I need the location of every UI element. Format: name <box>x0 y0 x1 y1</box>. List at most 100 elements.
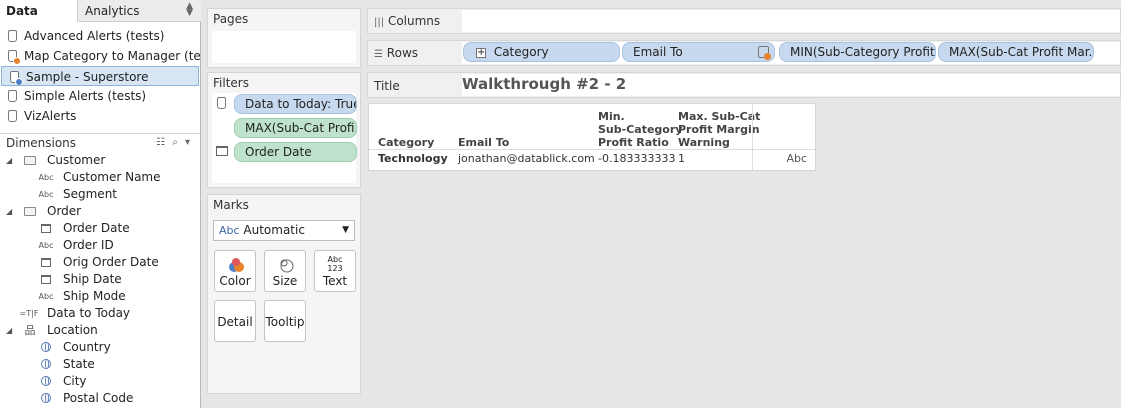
boolean-type-icon: =T|F <box>19 309 39 318</box>
dimension-tools-icon[interactable]: ☷ ⌕ ▾ <box>156 134 192 152</box>
field-label: Data to Today <box>47 306 131 320</box>
field-label: Ship Date <box>63 272 122 286</box>
tab-analytics[interactable]: Analytics ▲ ▼ <box>78 0 201 22</box>
detail-label: Detail <box>217 315 253 329</box>
mark-type-dropdown[interactable]: Abc Automatic ▼ <box>213 220 355 241</box>
datasource-item[interactable]: Advanced Alerts (tests) <box>0 26 200 46</box>
field-ship-mode[interactable]: Abc Ship Mode <box>0 288 200 305</box>
collapse-triangle-icon[interactable]: ◢ <box>6 322 12 339</box>
field-order-date[interactable]: Order Date <box>0 220 200 237</box>
datasource-icon <box>8 30 17 42</box>
field-label: State <box>63 357 95 371</box>
row-pill-min-sub-category[interactable]: MIN(Sub-Category Profit.. <box>779 42 936 62</box>
datasource-icon <box>217 97 226 109</box>
header-min-line3[interactable]: Profit Ratio <box>598 136 669 149</box>
field-label: Segment <box>63 187 117 201</box>
datasource-icon <box>8 90 17 102</box>
detail-button[interactable]: Detail <box>214 300 256 342</box>
folder-icon <box>24 207 36 216</box>
link-badge-icon <box>764 53 771 60</box>
folder-label: Order <box>47 204 82 218</box>
globe-icon <box>41 359 51 369</box>
tooltip-button[interactable]: Tooltip <box>264 300 306 342</box>
string-type-icon: Abc <box>38 190 54 199</box>
sort-arrows-icon[interactable]: ▲ ▼ <box>186 2 193 18</box>
abc-123-icon: Abc 123 <box>327 255 343 273</box>
field-customer-name[interactable]: Abc Customer Name <box>0 169 200 186</box>
dimensions-header: Dimensions ☷ ⌕ ▾ <box>0 133 200 151</box>
datasource-item-selected[interactable]: Sample - Superstore <box>1 66 199 86</box>
row-pill-category[interactable]: + Category <box>463 42 620 62</box>
header-min-line2[interactable]: Sub-Category <box>598 123 682 136</box>
filter-pill-data-to-today[interactable]: Data to Today: True <box>234 94 357 114</box>
pages-drop-area[interactable] <box>212 31 356 63</box>
header-max-line3[interactable]: Warning <box>678 136 730 149</box>
hierarchy-icon: 品 <box>24 324 36 337</box>
dimensions-label: Dimensions <box>6 136 77 150</box>
field-label: Ship Mode <box>63 289 126 303</box>
cell-min-ratio[interactable]: -0.183333333 <box>598 152 675 165</box>
extract-badge-icon <box>13 57 21 65</box>
rows-icon: ☰ <box>374 49 383 60</box>
cell-max-warning[interactable]: 1 <box>678 152 685 165</box>
filter-pill-max-sub-cat[interactable]: MAX(Sub-Cat Profi.. <box>234 118 357 138</box>
row-pill-label: Category <box>493 45 549 59</box>
calendar-icon <box>216 146 228 156</box>
columns-shelf-label: ||| Columns <box>374 14 441 28</box>
expand-plus-icon[interactable]: + <box>476 47 486 58</box>
field-country[interactable]: Country <box>0 339 200 356</box>
cell-text-mark[interactable]: Abc <box>786 152 807 165</box>
color-button[interactable]: Color <box>214 250 256 292</box>
field-ship-date[interactable]: Ship Date <box>0 271 200 288</box>
cell-email[interactable]: jonathan@datablick.com <box>458 152 595 165</box>
field-state[interactable]: State <box>0 356 200 373</box>
columns-drop-area[interactable] <box>462 10 1120 32</box>
hierarchy-location[interactable]: ◢ 品 Location <box>0 322 200 339</box>
field-order-id[interactable]: Abc Order ID <box>0 237 200 254</box>
filters-title: Filters <box>213 76 249 90</box>
folder-order[interactable]: ◢ Order <box>0 203 200 220</box>
cell-category[interactable]: Technology <box>378 152 448 165</box>
marks-title: Marks <box>213 198 249 212</box>
datasource-item[interactable]: Map Category to Manager (te... <box>0 46 200 66</box>
datasource-item[interactable]: Simple Alerts (tests) <box>0 86 200 106</box>
field-data-to-today[interactable]: =T|F Data to Today <box>0 305 200 322</box>
globe-icon <box>41 342 51 352</box>
filter-pill-order-date[interactable]: Order Date <box>234 142 357 162</box>
header-min-line1[interactable]: Min. <box>598 110 625 123</box>
string-type-icon: Abc <box>38 292 54 301</box>
mark-type-value: Automatic <box>243 223 305 237</box>
datasource-label: Simple Alerts (tests) <box>24 89 147 103</box>
row-pill-max-sub-cat[interactable]: MAX(Sub-Cat Profit Mar.. <box>938 42 1094 62</box>
header-max-line2[interactable]: Profit Margin <box>678 123 760 136</box>
hierarchy-label: Location <box>47 323 98 337</box>
title-area[interactable]: Walkthrough #2 - 2 <box>462 74 1120 96</box>
folder-customer[interactable]: ◢ Customer <box>0 152 200 169</box>
data-pane: Data Analytics ▲ ▼ Advanced Alerts (tests… <box>0 0 201 408</box>
date-type-icon <box>41 224 51 233</box>
color-icon <box>229 258 244 272</box>
tab-data[interactable]: Data <box>0 0 78 22</box>
datasource-item[interactable]: VizAlerts <box>0 106 200 126</box>
size-label: Size <box>272 274 298 288</box>
field-segment[interactable]: Abc Segment <box>0 186 200 203</box>
field-orig-order-date[interactable]: Orig Order Date <box>0 254 200 271</box>
collapse-triangle-icon[interactable]: ◢ <box>6 152 12 169</box>
field-city[interactable]: City <box>0 373 200 390</box>
row-pill-email-to[interactable]: Email To <box>622 42 775 62</box>
header-email-to[interactable]: Email To <box>458 136 509 149</box>
tab-analytics-label: Analytics <box>85 4 140 18</box>
worksheet-title[interactable]: Walkthrough #2 - 2 <box>462 75 626 93</box>
header-category[interactable]: Category <box>378 136 434 149</box>
datasource-icon <box>8 110 17 122</box>
row-pill-label: Email To <box>633 45 683 59</box>
text-button[interactable]: Abc 123 Text <box>314 250 356 292</box>
datasource-label: VizAlerts <box>24 109 77 123</box>
collapse-triangle-icon[interactable]: ◢ <box>6 203 12 220</box>
header-max-line1[interactable]: Max. Sub-Cat <box>678 110 760 123</box>
tooltip-label: Tooltip <box>265 315 305 329</box>
field-postal-code[interactable]: Postal Code <box>0 390 200 407</box>
size-button[interactable]: Size <box>264 250 306 292</box>
globe-icon <box>41 393 51 403</box>
datasource-label: Sample - Superstore <box>26 70 149 84</box>
